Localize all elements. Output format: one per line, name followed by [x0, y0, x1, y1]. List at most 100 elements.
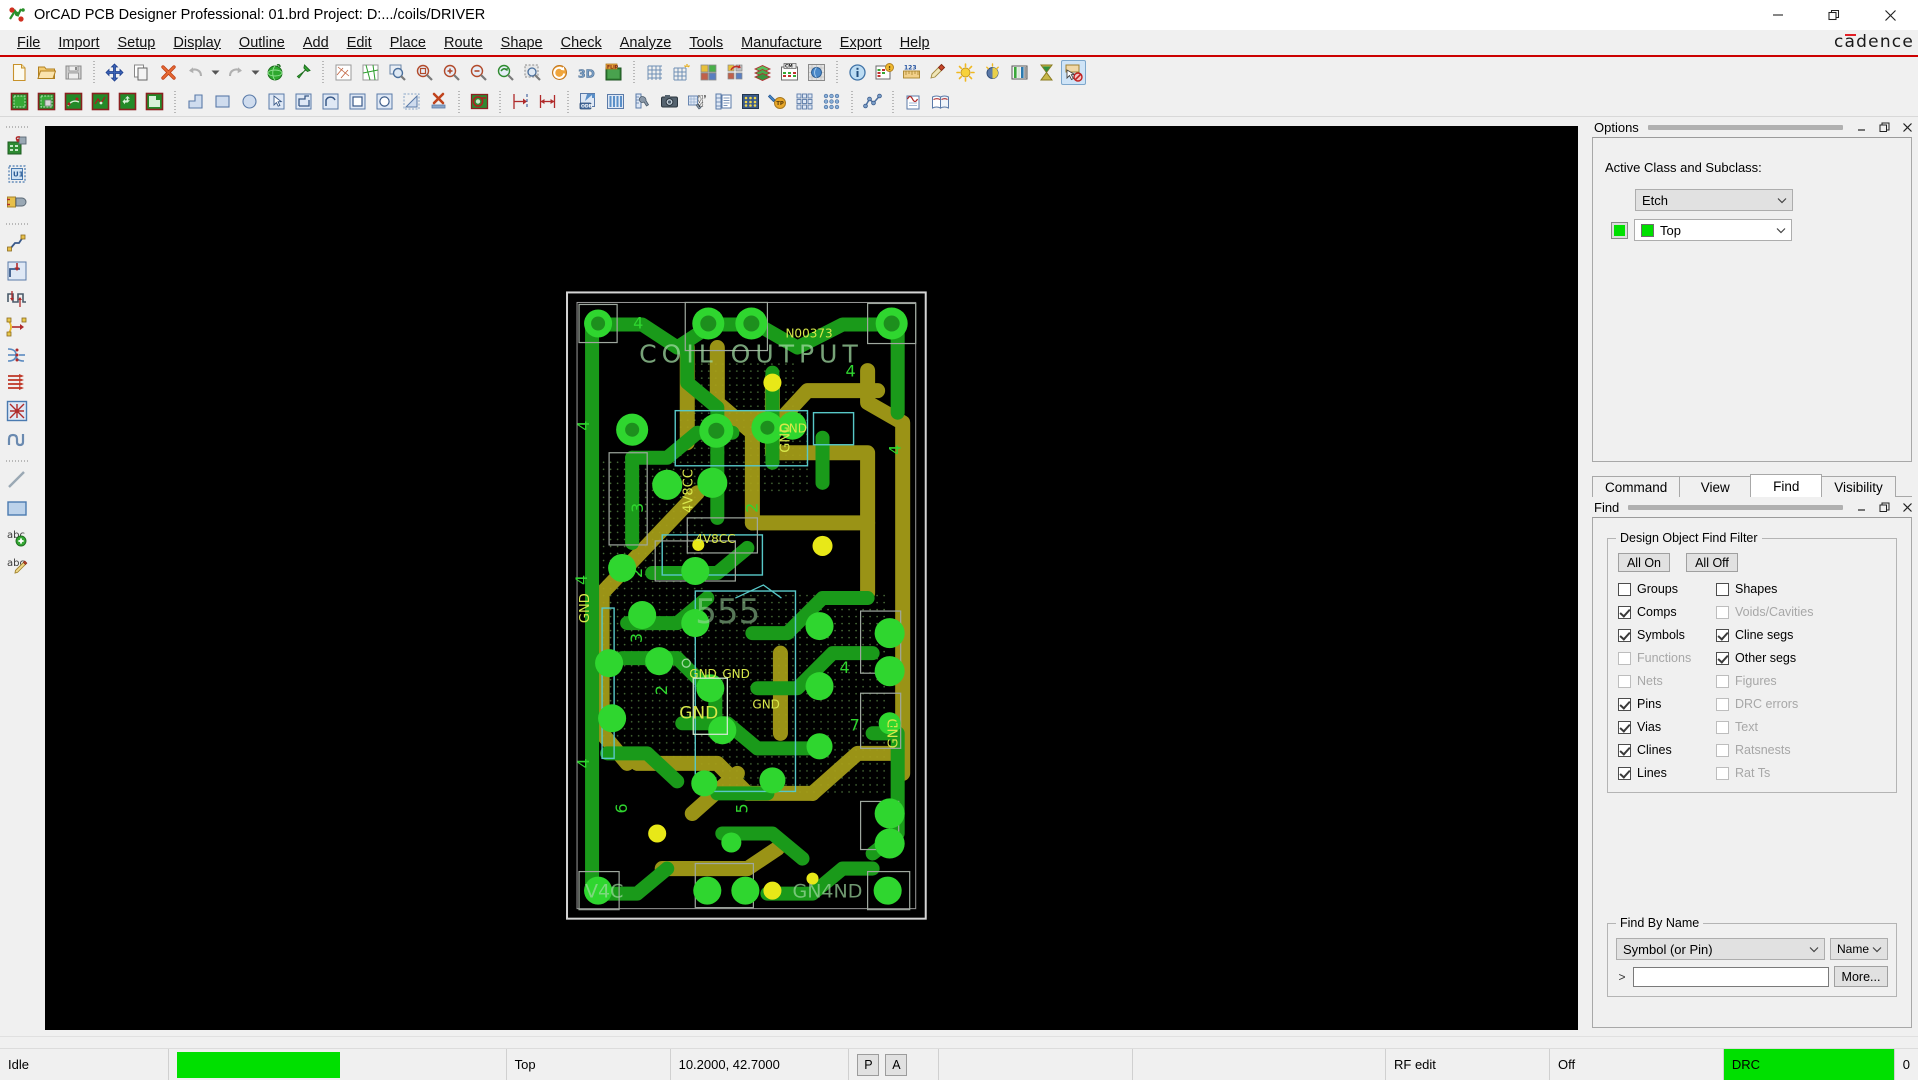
board-geometry-icon[interactable] [467, 89, 492, 114]
restore-icon[interactable] [1806, 0, 1862, 30]
drill-legend-icon[interactable] [630, 89, 655, 114]
menu-display[interactable]: Display [164, 32, 230, 54]
menu-route[interactable]: Route [435, 32, 492, 54]
filter-shapes-checkbox[interactable] [1716, 582, 1729, 596]
find-name-input[interactable] [1633, 966, 1829, 987]
add-rect-icon[interactable] [4, 495, 30, 521]
reports-icon[interactable] [711, 89, 736, 114]
hourglass-icon[interactable] [1034, 60, 1059, 85]
add-connect-icon[interactable] [4, 230, 30, 256]
add-line-icon[interactable] [4, 467, 30, 493]
menu-analyze[interactable]: Analyze [611, 32, 681, 54]
dimension-linear-icon[interactable] [535, 89, 560, 114]
panel-close-icon[interactable] [1898, 119, 1916, 135]
arc-draw-icon[interactable] [318, 89, 343, 114]
undo-dropdown-icon[interactable] [209, 60, 222, 85]
menu-import[interactable]: Import [49, 32, 108, 54]
zoom-fit-icon[interactable] [331, 60, 356, 85]
menu-setup[interactable]: Setup [108, 32, 164, 54]
pick-mode-button[interactable]: P [857, 1053, 880, 1076]
constraint-manager-icon[interactable] [872, 60, 897, 85]
filter-symbols[interactable]: Symbols [1618, 626, 1706, 644]
new-file-icon[interactable] [7, 60, 32, 85]
zoom-previous-icon[interactable] [493, 60, 518, 85]
close-icon[interactable] [1862, 0, 1918, 30]
layers-icon[interactable] [750, 60, 775, 85]
color-palette-icon[interactable] [696, 60, 721, 85]
subclass-visibility-toggle[interactable] [1611, 221, 1628, 239]
fanout-icon[interactable] [4, 342, 30, 368]
filter-other-segs[interactable]: Other segs [1716, 649, 1886, 667]
edit-text-icon[interactable]: abc [4, 551, 30, 577]
grid-toggle-icon[interactable] [642, 60, 667, 85]
redo-icon[interactable] [223, 60, 248, 85]
grid-snap-icon[interactable] [669, 60, 694, 85]
options-panel-grip[interactable] [1647, 124, 1843, 130]
delete-shape-icon[interactable] [426, 89, 451, 114]
zoom-out-icon[interactable] [466, 60, 491, 85]
pcb-canvas[interactable]: COIL OUTPUT N00373 GND 4V8CC GND GND GND… [45, 126, 1578, 1030]
nc-drill-icon[interactable]: R1R2V1V2 [684, 89, 709, 114]
select-arrow-icon[interactable] [264, 89, 289, 114]
undo-icon[interactable] [183, 60, 208, 85]
shape-manual-void-icon[interactable] [88, 89, 113, 114]
minimize-icon[interactable] [1750, 0, 1806, 30]
testpoint-icon[interactable]: TP [765, 89, 790, 114]
panel-array-icon[interactable] [792, 89, 817, 114]
circle-draw-icon[interactable] [237, 89, 262, 114]
filter-pins[interactable]: Pins [1618, 695, 1706, 713]
sigxplorer-icon[interactable] [901, 89, 926, 114]
open-file-icon[interactable] [34, 60, 59, 85]
app-mode-button[interactable]: A [885, 1053, 908, 1076]
panel-minimize-icon[interactable] [1852, 499, 1870, 515]
testprep-icon[interactable] [738, 89, 763, 114]
global-view-icon[interactable] [804, 60, 829, 85]
layer-bars-icon[interactable] [1007, 60, 1032, 85]
add-text-icon[interactable]: abc [4, 523, 30, 549]
panel-minimize-icon[interactable] [1852, 119, 1870, 135]
pad-array-icon[interactable] [819, 89, 844, 114]
filter-vias[interactable]: Vias [1618, 718, 1706, 736]
filter-shapes[interactable]: Shapes [1716, 580, 1886, 598]
panel-float-icon[interactable] [1875, 499, 1893, 515]
menu-check[interactable]: Check [552, 32, 611, 54]
zoom-world-icon[interactable] [358, 60, 383, 85]
find-match-mode-dropdown[interactable]: Name [1829, 938, 1888, 960]
signal-analysis-icon[interactable] [860, 89, 885, 114]
active-class-dropdown[interactable]: Etch [1635, 189, 1793, 211]
filter-lines-checkbox[interactable] [1618, 766, 1631, 780]
tab-view[interactable]: View [1679, 476, 1752, 497]
redo-dropdown-icon[interactable] [249, 60, 262, 85]
dehighlight-icon[interactable] [1061, 59, 1086, 85]
info-icon[interactable] [845, 60, 870, 85]
filter-cline-segs[interactable]: Cline segs [1716, 626, 1886, 644]
filter-cline-segs-checkbox[interactable] [1716, 628, 1729, 642]
shape-select-icon[interactable] [34, 89, 59, 114]
flip-design-icon[interactable]: FLIP [601, 60, 626, 85]
pin-icon[interactable] [290, 60, 315, 85]
zoom-by-points-icon[interactable] [385, 60, 410, 85]
filter-clines-checkbox[interactable] [1618, 743, 1631, 757]
square-fill-icon[interactable] [345, 89, 370, 114]
panel-close-icon[interactable] [1898, 499, 1916, 515]
menu-file[interactable]: File [8, 32, 49, 54]
menu-outline[interactable]: Outline [230, 32, 294, 54]
filter-clines[interactable]: Clines [1618, 741, 1706, 759]
polygon-draw-icon[interactable] [183, 89, 208, 114]
bus-route-icon[interactable] [4, 370, 30, 396]
filter-groups[interactable]: Groups [1618, 580, 1706, 598]
menu-edit[interactable]: Edit [338, 32, 381, 54]
find-panel-grip[interactable] [1628, 504, 1843, 510]
menu-tools[interactable]: Tools [680, 32, 732, 54]
menu-help[interactable]: Help [891, 32, 939, 54]
artwork-icon[interactable] [603, 89, 628, 114]
offset-shape-icon[interactable] [291, 89, 316, 114]
contour-route-icon[interactable] [4, 426, 30, 452]
tab-command[interactable]: Command [1592, 476, 1681, 497]
shape-outline-icon[interactable] [399, 89, 424, 114]
zoom-selection-icon[interactable] [520, 60, 545, 85]
panel-float-icon[interactable] [1875, 119, 1893, 135]
save-file-icon[interactable] [61, 60, 86, 85]
filter-groups-checkbox[interactable] [1618, 582, 1631, 596]
library-browser-icon[interactable] [928, 89, 953, 114]
